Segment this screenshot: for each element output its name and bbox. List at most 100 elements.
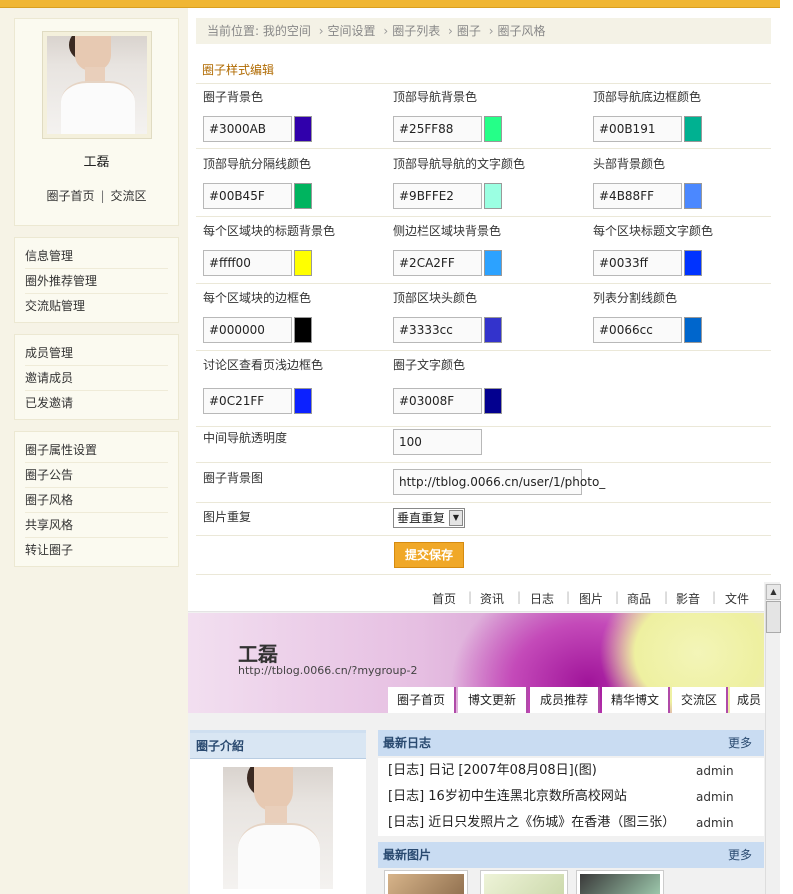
preview-tab-member-recommend[interactable]: 成员推荐	[530, 687, 600, 713]
color-value-input[interactable]: #000000	[203, 317, 292, 343]
preview-intro-box: 圈子介紹 工磊	[190, 730, 366, 894]
log-title[interactable]: [日志] 近日只发照片之《伤城》在香港（图三张）	[388, 815, 675, 830]
color-value-input[interactable]: #3333cc	[393, 317, 482, 343]
breadcrumb-item-group-list[interactable]: 圈子列表	[392, 24, 440, 38]
color-swatch[interactable]	[484, 250, 502, 276]
color-value-input[interactable]: #3000AB	[203, 116, 292, 142]
preview-more-link[interactable]: 更多	[728, 842, 752, 868]
preview-tab-blog-updates[interactable]: 博文更新	[458, 687, 528, 713]
color-swatch[interactable]	[484, 116, 502, 142]
color-swatch[interactable]	[484, 317, 502, 343]
color-value-input[interactable]: #ffff00	[203, 250, 292, 276]
list-item[interactable]: [日志] 日记 [2007年08月08日](图) admin	[378, 758, 764, 784]
color-value-input[interactable]: #0066cc	[593, 317, 682, 343]
color-value-input[interactable]: #03008F	[393, 388, 482, 414]
preview-group-title: 工磊	[238, 642, 278, 666]
preview-nav-pictures[interactable]: 图片	[579, 590, 603, 607]
bg-image-input[interactable]: http://tblog.0066.cn/user/1/photo_	[393, 469, 605, 495]
menu-item-invite-member[interactable]: 邀请成员	[25, 366, 168, 391]
picture-thumbnail[interactable]	[384, 870, 468, 894]
color-value-input[interactable]: #0C21FF	[203, 388, 292, 414]
picture-thumbnail[interactable]	[576, 870, 664, 894]
preview-tab-members[interactable]: 成员	[730, 687, 770, 713]
color-field-label: 顶部导航背景色	[393, 90, 478, 104]
preview-body: 圈子介紹 工磊 最新日志 更多 [日志] 日记 [2007年08月08日](图)…	[188, 722, 764, 894]
preview-intro-title: 圈子介紹	[190, 733, 366, 759]
color-swatch[interactable]	[684, 183, 702, 209]
scroll-up-icon[interactable]: ▲	[766, 584, 781, 600]
log-title[interactable]: [日志] 16岁初中生连黑北京数所高校网站	[388, 789, 627, 804]
preview-group-url[interactable]: http://tblog.0066.cn/?mygroup-2	[238, 664, 417, 677]
preview-nav-media[interactable]: 影音	[676, 590, 700, 607]
breadcrumb-item-space-settings[interactable]: 空间设置	[328, 24, 376, 38]
color-swatch[interactable]	[294, 116, 312, 142]
color-field-label: 每个区域块的标题背景色	[203, 224, 336, 238]
repeat-select[interactable]: 垂直重复 ▼	[393, 508, 465, 528]
color-swatch[interactable]	[294, 388, 312, 414]
chevron-down-icon[interactable]: ▼	[449, 510, 463, 526]
log-author[interactable]: admin	[696, 810, 734, 836]
color-field-label: 顶部导航底边框颜色	[593, 90, 702, 104]
preview-nav-blog[interactable]: 日志	[530, 590, 554, 607]
scrollbar-thumb[interactable]	[766, 601, 781, 633]
menu-item-group-style[interactable]: 圈子风格	[25, 488, 168, 513]
color-swatch[interactable]	[294, 250, 312, 276]
opacity-input[interactable]: 100	[393, 429, 482, 455]
color-swatch[interactable]	[684, 250, 702, 276]
color-value-input[interactable]: #9BFFE2	[393, 183, 482, 209]
breadcrumb-item-my-space[interactable]: 我的空间	[263, 24, 311, 38]
menu-item-outside-recommend[interactable]: 圈外推荐管理	[25, 269, 168, 294]
color-value-input[interactable]: #25FF88	[393, 116, 482, 142]
breadcrumb-prefix: 当前位置:	[207, 24, 260, 38]
picture-thumbnail[interactable]	[480, 870, 568, 894]
color-swatch[interactable]	[684, 317, 702, 343]
color-swatch[interactable]	[484, 183, 502, 209]
color-value-input[interactable]: #2CA2FF	[393, 250, 482, 276]
preview-nav-home[interactable]: 首页	[432, 590, 456, 607]
menu-item-sent-invites[interactable]: 已发邀请	[25, 391, 168, 416]
color-swatch[interactable]	[294, 317, 312, 343]
log-author[interactable]: admin	[696, 784, 734, 810]
color-value-input[interactable]: #00B45F	[203, 183, 292, 209]
submit-button[interactable]: 提交保存	[394, 542, 464, 568]
preview-nav-files[interactable]: 文件	[725, 590, 749, 607]
color-swatch[interactable]	[684, 116, 702, 142]
color-swatch[interactable]	[294, 183, 312, 209]
nav-separator: |	[517, 590, 522, 604]
log-author[interactable]: admin	[696, 758, 734, 784]
preview-nav-products[interactable]: 商品	[627, 590, 651, 607]
preview-tab-featured[interactable]: 精华博文	[602, 687, 670, 713]
window-edge	[780, 0, 793, 894]
breadcrumb-item-group[interactable]: 圈子	[457, 24, 481, 38]
forum-link[interactable]: 交流区	[111, 189, 147, 203]
menu-item-group-settings[interactable]: 圈子属性设置	[25, 438, 168, 463]
menu-item-shared-style[interactable]: 共享风格	[25, 513, 168, 538]
group-menu: 圈子属性设置 圈子公告 圈子风格 共享风格 转让圈子	[14, 431, 179, 567]
nav-separator: |	[615, 590, 620, 604]
log-title[interactable]: [日志] 日记 [2007年08月08日](图)	[388, 763, 597, 778]
preview-scrollbar[interactable]: ▲	[765, 584, 781, 894]
menu-item-member-manage[interactable]: 成员管理	[25, 341, 168, 366]
color-value-input[interactable]: #0033ff	[593, 250, 682, 276]
nav-separator: |	[664, 590, 669, 604]
menu-item-group-notice[interactable]: 圈子公告	[25, 463, 168, 488]
list-item[interactable]: [日志] 16岁初中生连黑北京数所高校网站 admin	[378, 784, 764, 810]
avatar[interactable]	[42, 31, 152, 139]
profile-name: 工磊	[83, 155, 110, 170]
preview-more-link[interactable]: 更多	[728, 730, 752, 756]
link-separator: |	[100, 189, 105, 203]
color-field-label: 讨论区查看页浅边框色	[203, 358, 324, 372]
list-item[interactable]: [日志] 近日只发照片之《伤城》在香港（图三张） admin	[378, 810, 764, 836]
group-home-link[interactable]: 圈子首页	[46, 189, 94, 203]
menu-item-post-manage[interactable]: 交流贴管理	[25, 294, 168, 319]
color-value-input[interactable]: #00B191	[593, 116, 682, 142]
menu-item-info-manage[interactable]: 信息管理	[25, 244, 168, 269]
preview-tab-home[interactable]: 圈子首页	[388, 687, 456, 713]
color-swatch[interactable]	[484, 388, 502, 414]
menu-item-transfer-group[interactable]: 转让圈子	[25, 538, 168, 563]
nav-separator: |	[566, 590, 571, 604]
preview-tab-forum[interactable]: 交流区	[672, 687, 728, 713]
preview-nav-news[interactable]: 资讯	[480, 590, 504, 607]
color-value-input[interactable]: #4B88FF	[593, 183, 682, 209]
divider	[196, 148, 771, 149]
